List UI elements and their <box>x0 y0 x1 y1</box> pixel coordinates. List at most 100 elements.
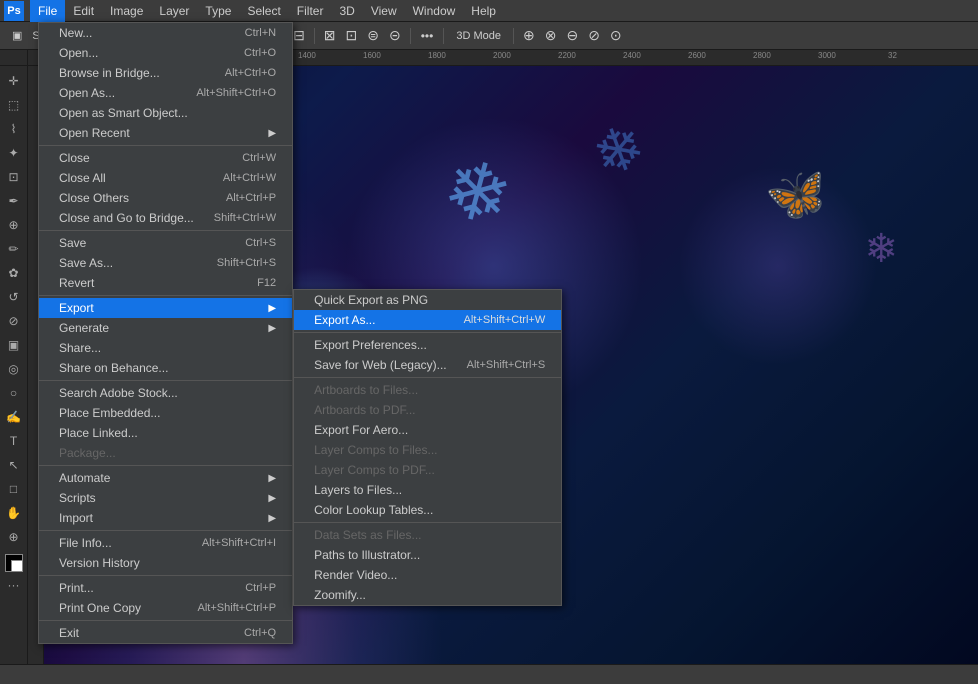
menu-item-share[interactable]: Share... <box>39 338 292 358</box>
menu-item-open-recent[interactable]: Open Recent ▶ <box>39 123 292 143</box>
ruler-label-2000: 2000 <box>493 51 511 60</box>
toolbar-more[interactable]: ••• <box>417 29 438 43</box>
export-paths-illustrator[interactable]: Paths to Illustrator... <box>294 545 561 565</box>
menu-item-close-bridge[interactable]: Close and Go to Bridge... Shift+Ctrl+W <box>39 208 292 228</box>
menu-item-close[interactable]: Close Ctrl+W <box>39 148 292 168</box>
menu-item-save[interactable]: Save Ctrl+S <box>39 233 292 253</box>
tool-more[interactable]: ··· <box>3 574 25 596</box>
menu-item-scripts[interactable]: Scripts ▶ <box>39 488 292 508</box>
menu-item-close-label: Close <box>59 151 90 165</box>
menu-item-share-behance[interactable]: Share on Behance... <box>39 358 292 378</box>
menu-item-file-info[interactable]: File Info... Alt+Shift+Ctrl+I <box>39 533 292 553</box>
tool-clone[interactable]: ✿ <box>3 262 25 284</box>
menu-item-export[interactable]: Export ▶ <box>39 298 292 318</box>
export-render-video[interactable]: Render Video... <box>294 565 561 585</box>
menu-type[interactable]: Type <box>197 0 239 22</box>
menu-item-open-as-label: Open As... <box>59 86 115 100</box>
export-artboards-pdf: Artboards to PDF... <box>294 400 561 420</box>
menu-window[interactable]: Window <box>405 0 464 22</box>
toolbar-3d-mode[interactable]: 3D Mode <box>450 30 507 42</box>
ruler-label-1600: 1600 <box>363 51 381 60</box>
toolbar-3d-3[interactable]: ⊖ <box>563 27 581 44</box>
tool-pen[interactable]: ✍ <box>3 406 25 428</box>
export-render-video-label: Render Video... <box>314 568 397 582</box>
menu-item-new-shortcut: Ctrl+N <box>245 27 276 39</box>
tool-gradient[interactable]: ▣ <box>3 334 25 356</box>
export-quick-png[interactable]: Quick Export as PNG <box>294 290 561 310</box>
menu-edit[interactable]: Edit <box>65 0 102 22</box>
export-preferences[interactable]: Export Preferences... <box>294 335 561 355</box>
tool-hand[interactable]: ✋ <box>3 502 25 524</box>
menu-item-search-stock-label: Search Adobe Stock... <box>59 386 178 400</box>
export-as[interactable]: Export As... Alt+Shift+Ctrl+W <box>294 310 561 330</box>
tool-lasso[interactable]: ⌇ <box>3 118 25 140</box>
toolbar-3d-2[interactable]: ⊗ <box>542 27 560 44</box>
menu-item-search-stock[interactable]: Search Adobe Stock... <box>39 383 292 403</box>
tool-path-select[interactable]: ↖ <box>3 454 25 476</box>
tool-history[interactable]: ↺ <box>3 286 25 308</box>
export-save-web[interactable]: Save for Web (Legacy)... Alt+Shift+Ctrl+… <box>294 355 561 375</box>
tool-dodge[interactable]: ○ <box>3 382 25 404</box>
menu-item-automate[interactable]: Automate ▶ <box>39 468 292 488</box>
tool-brush[interactable]: ✏ <box>3 238 25 260</box>
export-aero[interactable]: Export For Aero... <box>294 420 561 440</box>
export-layer-comps-files-label: Layer Comps to Files... <box>314 443 437 457</box>
menu-item-new[interactable]: New... Ctrl+N <box>39 23 292 43</box>
tool-eyedropper[interactable]: ✒ <box>3 190 25 212</box>
export-color-lookup[interactable]: Color Lookup Tables... <box>294 500 561 520</box>
toolbar-distribute-1[interactable]: ⊠ <box>321 27 339 44</box>
tool-wand[interactable]: ✦ <box>3 142 25 164</box>
tool-eraser[interactable]: ⊘ <box>3 310 25 332</box>
tool-move[interactable]: ✛ <box>3 70 25 92</box>
menu-item-version-history[interactable]: Version History <box>39 553 292 573</box>
ruler-label-1400: 1400 <box>298 51 316 60</box>
menu-item-print-one[interactable]: Print One Copy Alt+Shift+Ctrl+P <box>39 598 292 618</box>
menu-item-import[interactable]: Import ▶ <box>39 508 292 528</box>
menu-item-open-label: Open... <box>59 46 98 60</box>
menu-item-close-all[interactable]: Close All Alt+Ctrl+W <box>39 168 292 188</box>
tool-blur[interactable]: ◎ <box>3 358 25 380</box>
menu-item-place-linked[interactable]: Place Linked... <box>39 423 292 443</box>
toolbar-3d-4[interactable]: ⊘ <box>585 27 603 44</box>
menu-item-exit[interactable]: Exit Ctrl+Q <box>39 623 292 643</box>
menu-select[interactable]: Select <box>239 0 288 22</box>
export-zoomify[interactable]: Zoomify... <box>294 585 561 605</box>
foreground-color[interactable] <box>5 554 23 572</box>
tool-crop[interactable]: ⊡ <box>3 166 25 188</box>
menu-item-revert[interactable]: Revert F12 <box>39 273 292 293</box>
menu-item-save-as[interactable]: Save As... Shift+Ctrl+S <box>39 253 292 273</box>
menu-3d[interactable]: 3D <box>331 0 362 22</box>
tool-zoom[interactable]: ⊕ <box>3 526 25 548</box>
tool-heal[interactable]: ⊕ <box>3 214 25 236</box>
toolbar-distribute-3[interactable]: ⊜ <box>364 27 382 44</box>
menu-file[interactable]: File <box>30 0 65 22</box>
menu-item-close-bridge-label: Close and Go to Bridge... <box>59 211 194 225</box>
menu-item-file-info-shortcut: Alt+Shift+Ctrl+I <box>202 537 276 549</box>
toolbar-distribute-2[interactable]: ⊡ <box>343 27 361 44</box>
menu-item-print[interactable]: Print... Ctrl+P <box>39 578 292 598</box>
menu-filter[interactable]: Filter <box>289 0 332 22</box>
toolbar-distribute-4[interactable]: ⊝ <box>386 27 404 44</box>
tool-select[interactable]: ⬚ <box>3 94 25 116</box>
menu-separator-4 <box>39 380 292 381</box>
menu-image[interactable]: Image <box>102 0 151 22</box>
toolbar-transform-toggle[interactable]: ▣ <box>6 27 28 44</box>
menu-item-open[interactable]: Open... Ctrl+O <box>39 43 292 63</box>
background-color[interactable] <box>11 560 23 572</box>
menu-view[interactable]: View <box>363 0 405 22</box>
toolbar-3d-5[interactable]: ⊙ <box>607 27 625 44</box>
menu-item-open-smart[interactable]: Open as Smart Object... <box>39 103 292 123</box>
menu-item-close-others[interactable]: Close Others Alt+Ctrl+P <box>39 188 292 208</box>
menu-item-revert-shortcut: F12 <box>257 277 276 289</box>
tool-shape[interactable]: □ <box>3 478 25 500</box>
menu-item-generate[interactable]: Generate ▶ <box>39 318 292 338</box>
menu-item-open-as-shortcut: Alt+Shift+Ctrl+O <box>196 87 276 99</box>
menu-help[interactable]: Help <box>463 0 504 22</box>
tool-type[interactable]: T <box>3 430 25 452</box>
menu-item-open-as[interactable]: Open As... Alt+Shift+Ctrl+O <box>39 83 292 103</box>
menu-layer[interactable]: Layer <box>151 0 197 22</box>
toolbar-3d-1[interactable]: ⊕ <box>520 27 538 44</box>
export-layers-files[interactable]: Layers to Files... <box>294 480 561 500</box>
menu-item-browse-bridge[interactable]: Browse in Bridge... Alt+Ctrl+O <box>39 63 292 83</box>
menu-item-place-embedded[interactable]: Place Embedded... <box>39 403 292 423</box>
